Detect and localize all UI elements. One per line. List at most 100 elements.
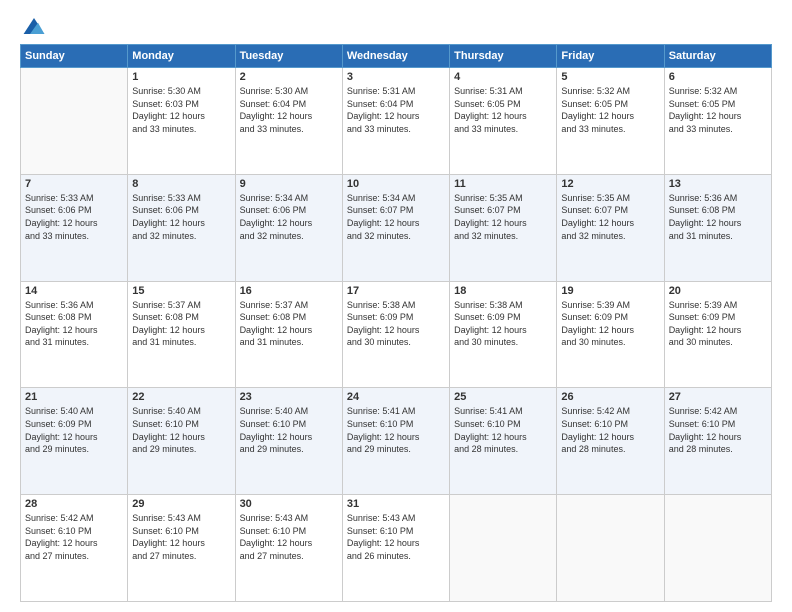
day-info: Sunrise: 5:32 AM Sunset: 6:05 PM Dayligh… [561, 85, 659, 135]
calendar-cell: 4 Sunrise: 5:31 AM Sunset: 6:05 PM Daylig… [450, 68, 557, 175]
day-number: 8 [132, 178, 230, 190]
day-info: Sunrise: 5:38 AM Sunset: 6:09 PM Dayligh… [347, 299, 445, 349]
calendar-cell: 12 Sunrise: 5:35 AM Sunset: 6:07 PM Dayli… [557, 174, 664, 281]
calendar-cell: 29Sunrise: 5:43 AM Sunset: 6:10 PM Dayli… [128, 495, 235, 602]
day-info: Sunrise: 5:36 AM Sunset: 6:08 PM Dayligh… [25, 299, 123, 349]
day-number: 26 [561, 391, 659, 403]
calendar-cell: 19 Sunrise: 5:39 AM Sunset: 6:09 PM Dayli… [557, 281, 664, 388]
calendar-cell: 10Sunrise: 5:34 AM Sunset: 6:07 PM Dayli… [342, 174, 449, 281]
page: SundayMondayTuesdayWednesdayThursdayFrid… [0, 0, 792, 612]
day-info: Sunrise: 5:38 AM Sunset: 6:09 PM Dayligh… [454, 299, 552, 349]
calendar-header-wednesday: Wednesday [342, 45, 449, 68]
day-info: Sunrise: 5:35 AM Sunset: 6:07 PM Dayligh… [454, 192, 552, 242]
calendar-cell: 14 Sunrise: 5:36 AM Sunset: 6:08 PM Dayli… [21, 281, 128, 388]
day-info: Sunrise: 5:31 AM Sunset: 6:05 PM Dayligh… [454, 85, 552, 135]
calendar-cell [664, 495, 771, 602]
calendar-header-sunday: Sunday [21, 45, 128, 68]
day-info: Sunrise: 5:43 AM Sunset: 6:10 PM Dayligh… [347, 512, 445, 562]
calendar-cell: 31 Sunrise: 5:43 AM Sunset: 6:10 PM Dayli… [342, 495, 449, 602]
logo-text [20, 16, 46, 36]
day-number: 4 [454, 71, 552, 83]
calendar-header-row: SundayMondayTuesdayWednesdayThursdayFrid… [21, 45, 772, 68]
day-info: Sunrise: 5:33 AM Sunset: 6:06 PM Dayligh… [25, 192, 123, 242]
calendar-cell: 28Sunrise: 5:42 AM Sunset: 6:10 PM Dayli… [21, 495, 128, 602]
day-number: 25 [454, 391, 552, 403]
calendar-week-row: 1Sunrise: 5:30 AM Sunset: 6:03 PM Daylig… [21, 68, 772, 175]
calendar-week-row: 21 Sunrise: 5:40 AM Sunset: 6:09 PM Dayli… [21, 388, 772, 495]
calendar-header-friday: Friday [557, 45, 664, 68]
day-info: Sunrise: 5:40 AM Sunset: 6:10 PM Dayligh… [132, 405, 230, 455]
day-number: 6 [669, 71, 767, 83]
day-info: Sunrise: 5:30 AM Sunset: 6:04 PM Dayligh… [240, 85, 338, 135]
calendar-cell: 2 Sunrise: 5:30 AM Sunset: 6:04 PM Daylig… [235, 68, 342, 175]
day-info: Sunrise: 5:42 AM Sunset: 6:10 PM Dayligh… [669, 405, 767, 455]
calendar-cell: 15Sunrise: 5:37 AM Sunset: 6:08 PM Dayli… [128, 281, 235, 388]
calendar-cell: 21 Sunrise: 5:40 AM Sunset: 6:09 PM Dayli… [21, 388, 128, 495]
logo-icon [22, 16, 46, 36]
day-number: 19 [561, 285, 659, 297]
day-number: 9 [240, 178, 338, 190]
day-number: 22 [132, 391, 230, 403]
day-info: Sunrise: 5:31 AM Sunset: 6:04 PM Dayligh… [347, 85, 445, 135]
calendar-header-thursday: Thursday [450, 45, 557, 68]
day-info: Sunrise: 5:32 AM Sunset: 6:05 PM Dayligh… [669, 85, 767, 135]
calendar-week-row: 28Sunrise: 5:42 AM Sunset: 6:10 PM Dayli… [21, 495, 772, 602]
calendar-cell: 1Sunrise: 5:30 AM Sunset: 6:03 PM Daylig… [128, 68, 235, 175]
calendar-cell: 7Sunrise: 5:33 AM Sunset: 6:06 PM Daylig… [21, 174, 128, 281]
day-info: Sunrise: 5:37 AM Sunset: 6:08 PM Dayligh… [240, 299, 338, 349]
calendar-cell: 6 Sunrise: 5:32 AM Sunset: 6:05 PM Daylig… [664, 68, 771, 175]
calendar-week-row: 7Sunrise: 5:33 AM Sunset: 6:06 PM Daylig… [21, 174, 772, 281]
day-number: 23 [240, 391, 338, 403]
day-info: Sunrise: 5:35 AM Sunset: 6:07 PM Dayligh… [561, 192, 659, 242]
day-number: 13 [669, 178, 767, 190]
calendar-header-monday: Monday [128, 45, 235, 68]
day-number: 5 [561, 71, 659, 83]
day-number: 11 [454, 178, 552, 190]
day-info: Sunrise: 5:39 AM Sunset: 6:09 PM Dayligh… [669, 299, 767, 349]
calendar-week-row: 14 Sunrise: 5:36 AM Sunset: 6:08 PM Dayli… [21, 281, 772, 388]
day-number: 14 [25, 285, 123, 297]
day-info: Sunrise: 5:34 AM Sunset: 6:07 PM Dayligh… [347, 192, 445, 242]
day-info: Sunrise: 5:33 AM Sunset: 6:06 PM Dayligh… [132, 192, 230, 242]
day-number: 17 [347, 285, 445, 297]
calendar-cell: 26 Sunrise: 5:42 AM Sunset: 6:10 PM Dayli… [557, 388, 664, 495]
day-info: Sunrise: 5:34 AM Sunset: 6:06 PM Dayligh… [240, 192, 338, 242]
calendar-cell: 27 Sunrise: 5:42 AM Sunset: 6:10 PM Dayli… [664, 388, 771, 495]
calendar-cell: 24 Sunrise: 5:41 AM Sunset: 6:10 PM Dayli… [342, 388, 449, 495]
calendar-header-tuesday: Tuesday [235, 45, 342, 68]
calendar-header-saturday: Saturday [664, 45, 771, 68]
day-info: Sunrise: 5:30 AM Sunset: 6:03 PM Dayligh… [132, 85, 230, 135]
day-number: 31 [347, 498, 445, 510]
day-number: 24 [347, 391, 445, 403]
calendar-cell: 25 Sunrise: 5:41 AM Sunset: 6:10 PM Dayli… [450, 388, 557, 495]
calendar-cell: 3 Sunrise: 5:31 AM Sunset: 6:04 PM Daylig… [342, 68, 449, 175]
day-number: 18 [454, 285, 552, 297]
day-number: 27 [669, 391, 767, 403]
day-number: 3 [347, 71, 445, 83]
logo [20, 16, 46, 36]
day-info: Sunrise: 5:40 AM Sunset: 6:10 PM Dayligh… [240, 405, 338, 455]
calendar-cell: 30 Sunrise: 5:43 AM Sunset: 6:10 PM Dayli… [235, 495, 342, 602]
day-info: Sunrise: 5:41 AM Sunset: 6:10 PM Dayligh… [347, 405, 445, 455]
calendar-cell: 20 Sunrise: 5:39 AM Sunset: 6:09 PM Dayli… [664, 281, 771, 388]
day-info: Sunrise: 5:43 AM Sunset: 6:10 PM Dayligh… [240, 512, 338, 562]
calendar-cell: 11 Sunrise: 5:35 AM Sunset: 6:07 PM Dayli… [450, 174, 557, 281]
day-number: 2 [240, 71, 338, 83]
day-number: 30 [240, 498, 338, 510]
day-info: Sunrise: 5:42 AM Sunset: 6:10 PM Dayligh… [561, 405, 659, 455]
calendar-table: SundayMondayTuesdayWednesdayThursdayFrid… [20, 44, 772, 602]
calendar-cell: 9 Sunrise: 5:34 AM Sunset: 6:06 PM Daylig… [235, 174, 342, 281]
calendar-cell: 16 Sunrise: 5:37 AM Sunset: 6:08 PM Dayli… [235, 281, 342, 388]
calendar-cell [557, 495, 664, 602]
calendar-cell: 13 Sunrise: 5:36 AM Sunset: 6:08 PM Dayli… [664, 174, 771, 281]
day-number: 20 [669, 285, 767, 297]
day-number: 29 [132, 498, 230, 510]
day-number: 21 [25, 391, 123, 403]
day-info: Sunrise: 5:41 AM Sunset: 6:10 PM Dayligh… [454, 405, 552, 455]
day-number: 16 [240, 285, 338, 297]
day-info: Sunrise: 5:36 AM Sunset: 6:08 PM Dayligh… [669, 192, 767, 242]
day-number: 12 [561, 178, 659, 190]
day-info: Sunrise: 5:40 AM Sunset: 6:09 PM Dayligh… [25, 405, 123, 455]
day-number: 15 [132, 285, 230, 297]
day-info: Sunrise: 5:39 AM Sunset: 6:09 PM Dayligh… [561, 299, 659, 349]
